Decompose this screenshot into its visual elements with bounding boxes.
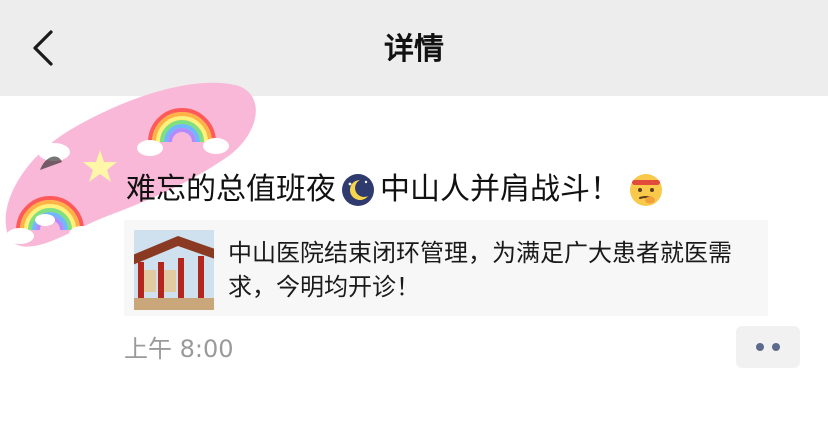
more-dots-icon bbox=[756, 343, 764, 351]
post-text: 难忘的总值班夜 中山人并肩战斗！ bbox=[126, 168, 664, 212]
page-title: 详情 bbox=[384, 32, 444, 67]
link-title: 中山医院结束闭环管理，为满足广大患者就医需求，今明均开诊！ bbox=[228, 239, 732, 301]
thinking-face-icon bbox=[630, 174, 662, 206]
post-timestamp: 上午 8:00 bbox=[124, 335, 234, 363]
more-dots-icon bbox=[772, 343, 780, 351]
moon-night-icon bbox=[342, 174, 374, 206]
link-card[interactable]: 中山医院结束闭环管理，为满足广大患者就医需求，今明均开诊！ bbox=[124, 220, 768, 316]
more-dots-button[interactable] bbox=[736, 326, 800, 368]
post-text-part1: 难忘的总值班夜 bbox=[126, 172, 336, 207]
link-thumbnail-image bbox=[134, 230, 214, 310]
post-text-part2: 中山人并肩战斗！ bbox=[380, 172, 620, 207]
moments-detail-page: 详情 难忘的总值班夜 中山人并肩战斗！ 中山医院结束闭环管理，为满足广大患者就医… bbox=[0, 0, 828, 424]
